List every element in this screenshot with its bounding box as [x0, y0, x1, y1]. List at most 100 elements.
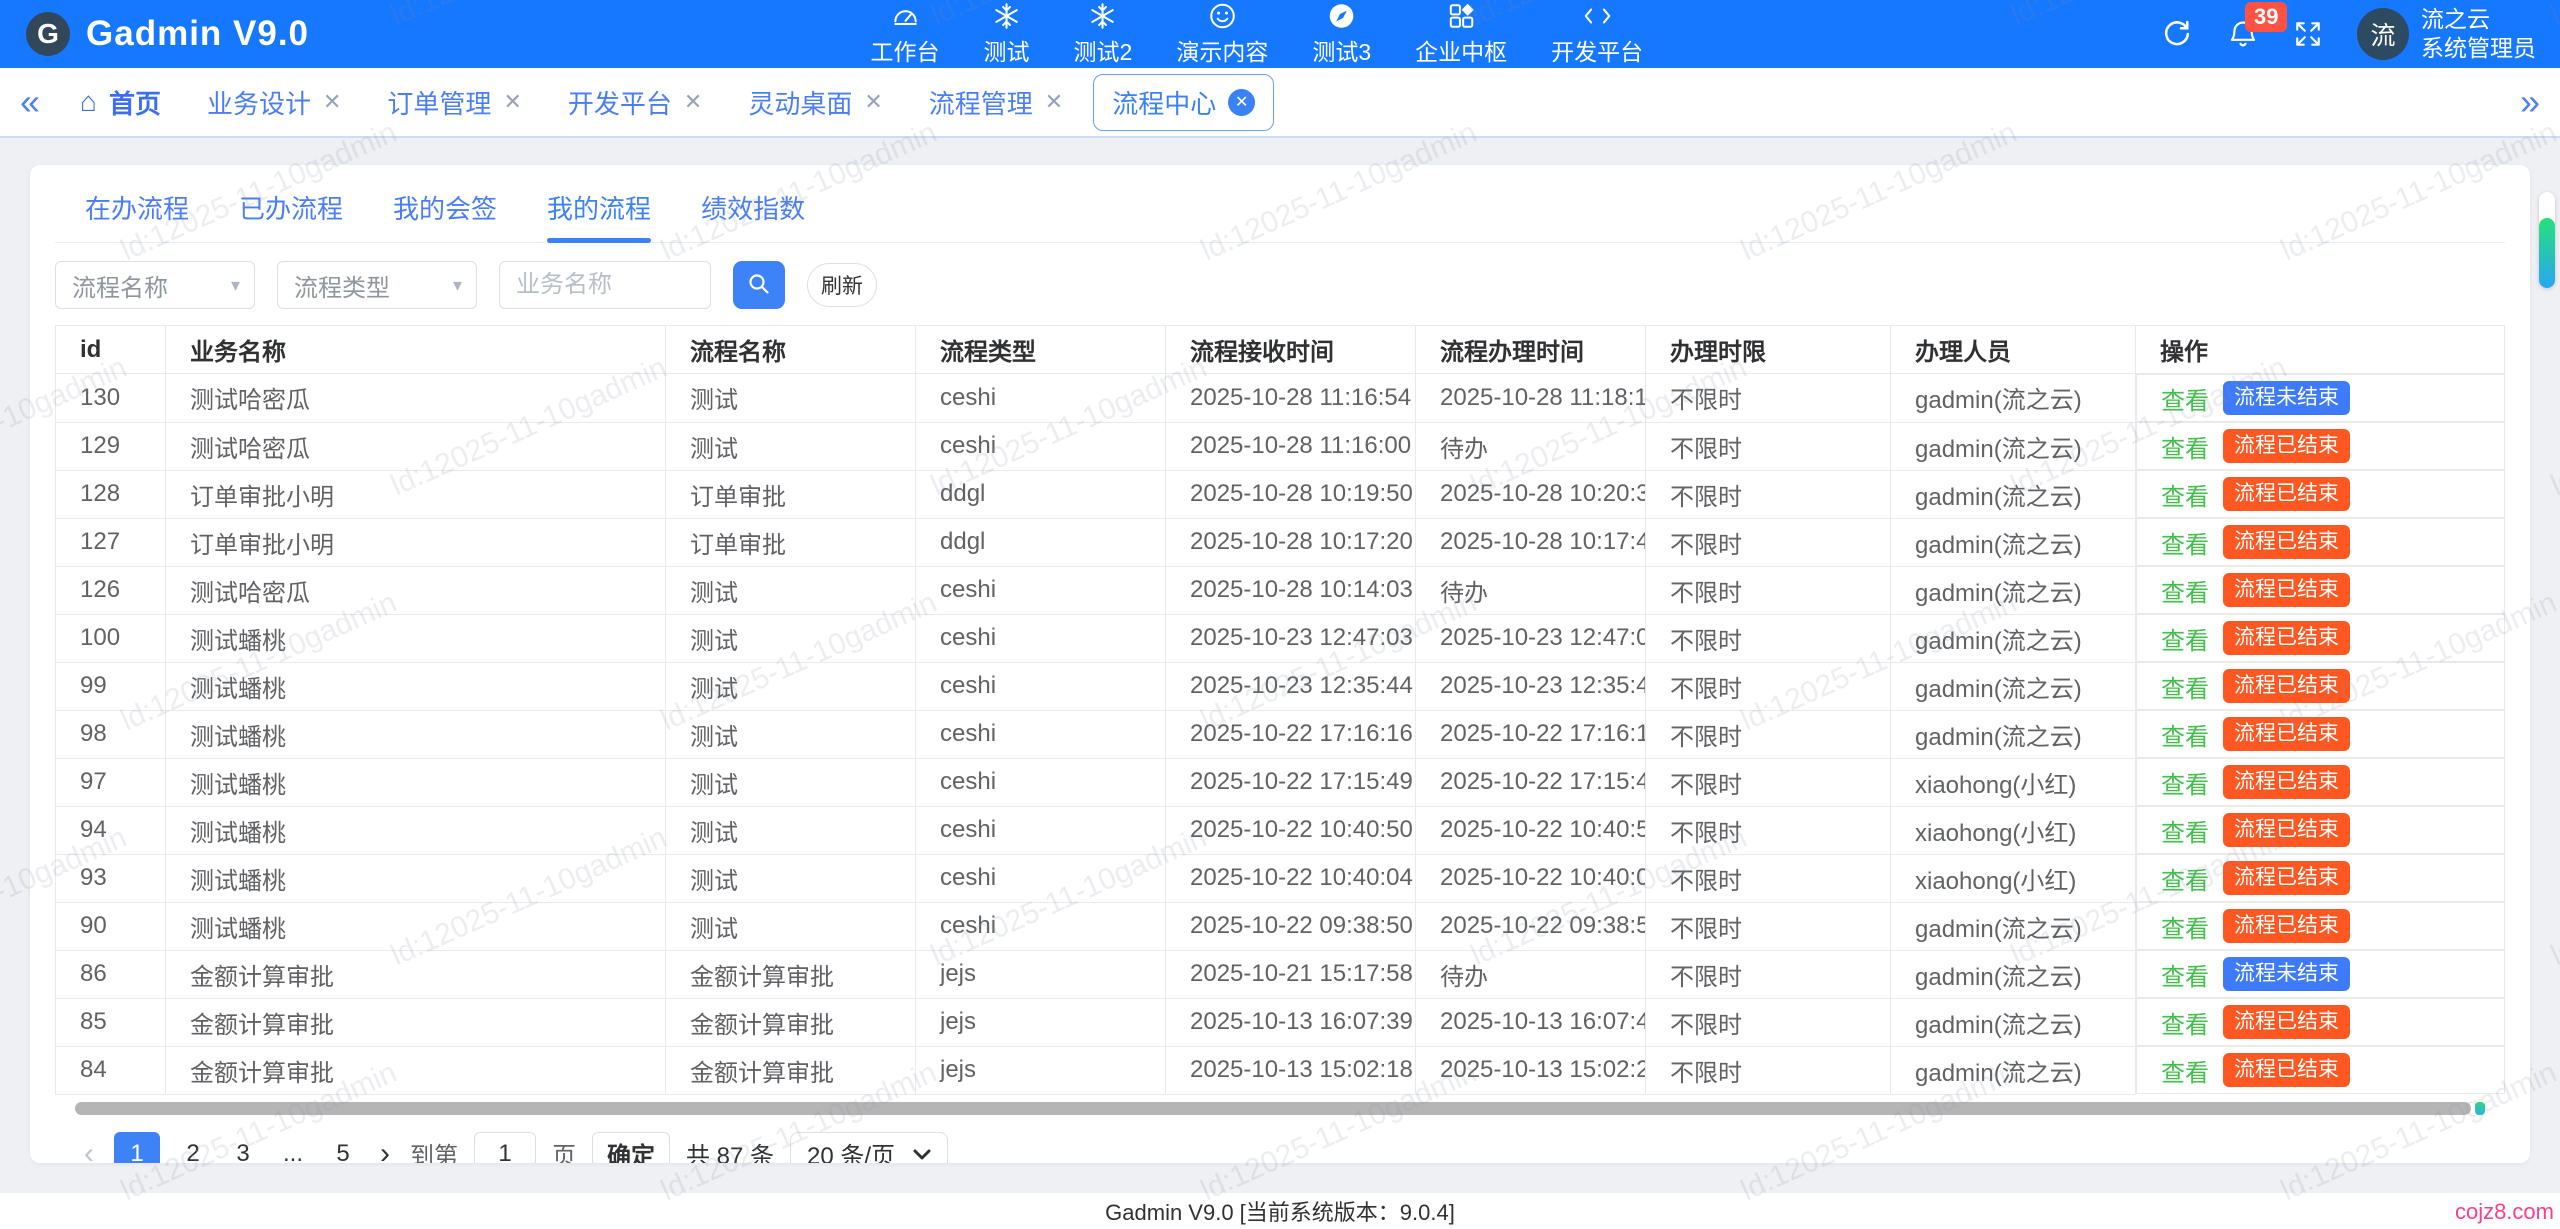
subtab-done-processes[interactable]: 已办流程: [239, 189, 343, 242]
tab-active-process-center[interactable]: 流程中心 ✕: [1093, 74, 1274, 131]
cell-time-limit: 不限时: [1646, 902, 1891, 950]
subtab-performance-index[interactable]: 绩效指数: [701, 189, 805, 242]
process-name-select[interactable]: 流程名称 ▾: [55, 261, 255, 309]
cell-received-time: 2025-10-28 10:14:03: [1166, 566, 1416, 614]
prev-page-icon[interactable]: ‹: [80, 1137, 98, 1164]
nav-item-workbench[interactable]: 工作台: [871, 1, 940, 67]
user-role: 系统管理员: [2421, 34, 2536, 63]
total-count-label: 共 87 条: [686, 1136, 774, 1163]
refresh-icon[interactable]: [2161, 18, 2193, 50]
tab-item[interactable]: 业务设计 ✕: [191, 74, 357, 131]
table-header-cell: 办理人员: [1891, 326, 2136, 374]
subtab-active-processes[interactable]: 在办流程: [85, 189, 189, 242]
cell-business-name: 测试蟠桃: [166, 758, 666, 806]
cell-flow-name: 测试: [666, 758, 916, 806]
view-link[interactable]: 查看: [2161, 957, 2209, 992]
close-icon[interactable]: ✕: [503, 89, 521, 115]
cell-business-name: 测试哈密瓜: [166, 374, 666, 423]
page-button-1[interactable]: 1: [114, 1132, 160, 1164]
tab-item[interactable]: 流程管理 ✕: [913, 74, 1079, 131]
table-row: 86 金额计算审批 金额计算审批 jejs 2025-10-21 15:17:5…: [56, 950, 2505, 998]
status-badge: 流程已结束: [2223, 717, 2350, 751]
nav-item-enterprise-hub[interactable]: 企业中枢: [1415, 1, 1507, 67]
app-title: Gadmin V9.0: [86, 14, 309, 54]
cell-id: 90: [56, 902, 166, 950]
user-menu[interactable]: 流 流之云 系统管理员: [2357, 5, 2536, 63]
close-icon[interactable]: ✕: [1045, 89, 1063, 115]
close-icon[interactable]: ✕: [323, 89, 341, 115]
cell-actions: 查看 流程已结束: [2136, 470, 2505, 518]
view-link[interactable]: 查看: [2161, 861, 2209, 896]
tab-home[interactable]: ⌂ 首页: [64, 74, 177, 131]
close-icon[interactable]: ✕: [1228, 89, 1255, 116]
cell-time-limit: 不限时: [1646, 854, 1891, 902]
nav-item-dev-platform[interactable]: 开发平台: [1551, 1, 1643, 67]
view-link[interactable]: 查看: [2161, 621, 2209, 656]
tab-item[interactable]: 开发平台 ✕: [552, 74, 718, 131]
page-size-select[interactable]: 20 条/页: [790, 1132, 948, 1164]
view-link[interactable]: 查看: [2161, 525, 2209, 560]
vertical-scrollbar-thumb[interactable]: [2539, 218, 2555, 288]
table-header-cell: id: [56, 326, 166, 374]
fullscreen-icon[interactable]: [2293, 19, 2323, 49]
view-link[interactable]: 查看: [2161, 1005, 2209, 1040]
subtab-my-countersign[interactable]: 我的会签: [393, 189, 497, 242]
process-type-select[interactable]: 流程类型 ▾: [277, 261, 477, 309]
nav-item-test3[interactable]: 测试3: [1312, 1, 1371, 67]
business-name-input[interactable]: [499, 261, 711, 309]
nav-item-test[interactable]: 测试: [984, 1, 1030, 67]
tabs-scroll-left-icon[interactable]: «: [20, 84, 40, 120]
cell-actions: 查看 流程已结束: [2136, 518, 2505, 566]
page-button-3[interactable]: 3: [226, 1132, 260, 1164]
avatar: 流: [2357, 8, 2409, 60]
tabs-scroll-right-icon[interactable]: »: [2520, 84, 2540, 120]
close-icon[interactable]: ✕: [684, 89, 702, 115]
cell-handler: gadmin(流之云): [1891, 662, 2136, 710]
cell-business-name: 金额计算审批: [166, 1046, 666, 1094]
goto-confirm-button[interactable]: 确定: [592, 1132, 670, 1164]
goto-page-input[interactable]: [474, 1132, 536, 1164]
cell-handled-time: 待办: [1416, 950, 1646, 998]
tab-item[interactable]: 灵动桌面 ✕: [732, 74, 898, 131]
cell-handler: gadmin(流之云): [1891, 374, 2136, 423]
cell-actions: 查看 流程已结束: [2136, 1046, 2505, 1094]
table-row: 129 测试哈密瓜 测试 ceshi 2025-10-28 11:16:00 待…: [56, 422, 2505, 470]
page-button-5[interactable]: 5: [326, 1132, 360, 1164]
page-button-2[interactable]: 2: [176, 1132, 210, 1164]
subtab-my-processes[interactable]: 我的流程: [547, 189, 651, 242]
chevron-down-icon: ▾: [231, 275, 240, 296]
view-link[interactable]: 查看: [2161, 573, 2209, 608]
cell-id: 93: [56, 854, 166, 902]
horizontal-scrollbar-thumb[interactable]: [75, 1102, 2471, 1115]
view-link[interactable]: 查看: [2161, 429, 2209, 464]
nav-item-demo-content[interactable]: 演示内容: [1176, 1, 1268, 67]
view-link[interactable]: 查看: [2161, 909, 2209, 944]
view-link[interactable]: 查看: [2161, 1053, 2209, 1088]
table-row: 93 测试蟠桃 测试 ceshi 2025-10-22 10:40:04 202…: [56, 854, 2505, 902]
close-icon[interactable]: ✕: [864, 89, 882, 115]
cell-business-name: 测试蟠桃: [166, 614, 666, 662]
tab-item[interactable]: 订单管理 ✕: [371, 74, 537, 131]
cell-received-time: 2025-10-13 16:07:39: [1166, 998, 1416, 1046]
cell-received-time: 2025-10-22 17:16:16: [1166, 710, 1416, 758]
view-link[interactable]: 查看: [2161, 381, 2209, 416]
cell-received-time: 2025-10-22 09:38:50: [1166, 902, 1416, 950]
cell-flow-name: 测试: [666, 854, 916, 902]
nav-item-test2[interactable]: 测试2: [1074, 1, 1133, 67]
refresh-button[interactable]: 刷新: [807, 263, 877, 307]
cell-actions: 查看 流程已结束: [2136, 854, 2505, 902]
app-header: G Gadmin V9.0 工作台 测试: [0, 0, 2560, 68]
view-link[interactable]: 查看: [2161, 477, 2209, 512]
next-page-icon[interactable]: ›: [376, 1137, 394, 1164]
status-badge: 流程已结束: [2223, 621, 2350, 655]
cell-flow-name: 金额计算审批: [666, 1046, 916, 1094]
view-link[interactable]: 查看: [2161, 717, 2209, 752]
vertical-scrollbar: [2539, 192, 2555, 288]
view-link[interactable]: 查看: [2161, 813, 2209, 848]
cell-flow-name: 测试: [666, 422, 916, 470]
search-button[interactable]: [733, 261, 785, 309]
view-link[interactable]: 查看: [2161, 669, 2209, 704]
cell-actions: 查看 流程已结束: [2136, 566, 2505, 614]
view-link[interactable]: 查看: [2161, 765, 2209, 800]
notifications-bell-icon[interactable]: 39: [2227, 18, 2259, 50]
